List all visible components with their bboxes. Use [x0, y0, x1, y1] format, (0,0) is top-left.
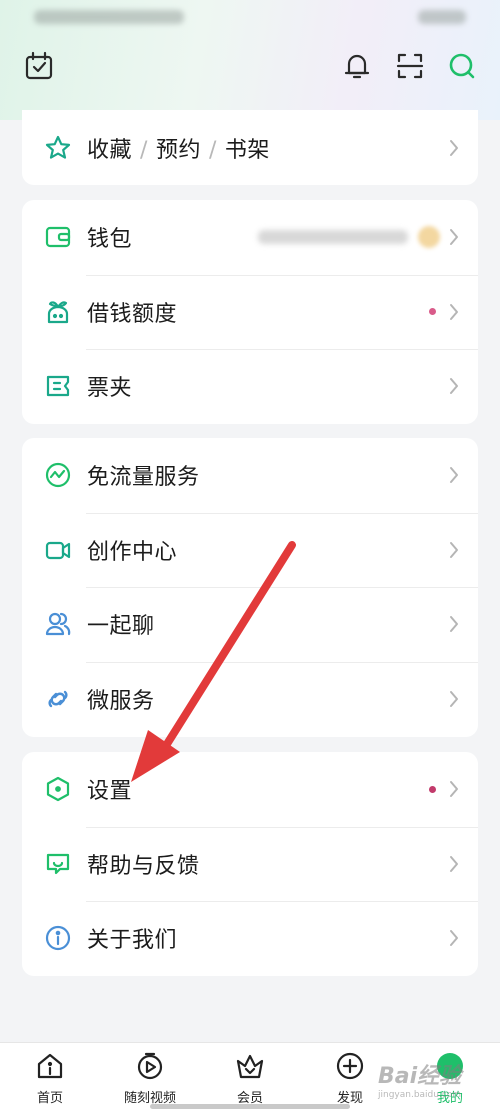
- favorites-label: 收藏 / 预约 / 书架: [87, 132, 270, 164]
- status-bar: [0, 0, 500, 38]
- ticket-icon: [44, 372, 72, 400]
- tab-label: 我的: [436, 1091, 463, 1106]
- calendar-check-icon[interactable]: [21, 48, 57, 84]
- chevron-right-icon: [448, 689, 460, 709]
- link-icon: [44, 685, 72, 713]
- notification-dot: [429, 308, 436, 316]
- menu-item-label: 帮助与反馈: [87, 853, 200, 879]
- chevron-right-icon: [448, 465, 460, 485]
- menu-item-micro-service[interactable]: 微服务: [22, 661, 478, 737]
- menu-item-tickets[interactable]: 票夹: [22, 349, 478, 424]
- wallet-info-blurred: [258, 230, 408, 245]
- play-timer-icon: [135, 1051, 165, 1081]
- chevron-right-icon: [448, 928, 460, 948]
- favorites-item-bookshelf[interactable]: 书架: [225, 138, 270, 163]
- bottom-tab-bar: 首页 随刻视频 会员 发现 我的: [0, 1042, 500, 1111]
- star-icon: [44, 134, 72, 162]
- favorites-row[interactable]: 收藏 / 预约 / 书架: [22, 110, 478, 185]
- crown-icon: [235, 1051, 265, 1081]
- favorites-item-collect[interactable]: 收藏: [87, 138, 132, 163]
- sprout-face-icon: [44, 298, 72, 326]
- wallet-icon: [44, 223, 72, 251]
- home-icon: [35, 1051, 65, 1081]
- chevron-right-icon: [448, 614, 460, 634]
- favorites-item-reserve[interactable]: 预约: [156, 138, 201, 163]
- profile-avatar-icon: [435, 1051, 465, 1081]
- coin-icon: [418, 226, 440, 249]
- menu-item-creator[interactable]: 创作中心: [22, 512, 478, 588]
- menu-item-label: 票夹: [87, 376, 133, 402]
- favorites-card: 收藏 / 预约 / 书架: [22, 110, 478, 185]
- tab-label: 首页: [36, 1091, 63, 1106]
- separator: /: [140, 137, 148, 163]
- menu-item-label: 设置: [87, 779, 133, 805]
- menu-item-help[interactable]: 帮助与反馈: [22, 826, 478, 902]
- tab-video[interactable]: 随刻视频: [110, 1051, 190, 1109]
- menu-item-label: 创作中心: [87, 539, 178, 565]
- menu-item-chat[interactable]: 一起聊: [22, 587, 478, 662]
- scan-icon[interactable]: [392, 48, 428, 84]
- pulse-circle-icon: [44, 461, 72, 489]
- chevron-right-icon: [448, 302, 460, 322]
- finance-card: 钱包 借钱额度 票夹: [22, 200, 478, 424]
- users-icon: [44, 610, 72, 638]
- bell-icon[interactable]: [339, 48, 375, 84]
- plus-circle-icon: [335, 1051, 365, 1081]
- status-bar-time-blurred: [34, 10, 184, 24]
- menu-item-free-data[interactable]: 免流量服务: [22, 438, 478, 513]
- menu-item-settings[interactable]: 设置: [22, 752, 478, 827]
- chevron-right-icon: [448, 376, 460, 396]
- chevron-right-icon: [448, 779, 460, 799]
- search-icon[interactable]: [444, 48, 480, 84]
- tab-home[interactable]: 首页: [10, 1051, 90, 1109]
- menu-item-label: 关于我们: [87, 928, 178, 954]
- chevron-right-icon: [448, 138, 460, 158]
- menu-item-label: 借钱额度: [87, 301, 178, 327]
- menu-item-label: 一起聊: [87, 614, 155, 640]
- misc-card: 设置 帮助与反馈 关于我们: [22, 752, 478, 976]
- menu-item-label: 微服务: [87, 688, 155, 714]
- home-indicator: [150, 1104, 350, 1109]
- video-camera-icon: [44, 536, 72, 564]
- status-bar-battery-blurred: [418, 10, 466, 24]
- chevron-right-icon: [448, 540, 460, 560]
- tab-mine[interactable]: 我的: [410, 1051, 490, 1109]
- settings-hexagon-icon: [44, 775, 72, 803]
- tab-discover[interactable]: 发现: [310, 1051, 390, 1109]
- info-icon: [44, 924, 72, 952]
- tab-member[interactable]: 会员: [210, 1051, 290, 1109]
- services-card: 免流量服务 创作中心 一起聊 微服务: [22, 438, 478, 737]
- chevron-right-icon: [448, 854, 460, 874]
- chevron-right-icon: [448, 227, 460, 247]
- menu-item-label: 钱包: [87, 227, 133, 253]
- separator: /: [208, 137, 217, 163]
- feedback-icon: [44, 850, 72, 878]
- menu-item-label: 免流量服务: [87, 465, 200, 491]
- menu-item-about[interactable]: 关于我们: [22, 901, 478, 976]
- notification-dot: [429, 785, 436, 793]
- menu-item-borrow[interactable]: 借钱额度: [22, 274, 478, 350]
- menu-item-wallet[interactable]: 钱包: [22, 200, 478, 275]
